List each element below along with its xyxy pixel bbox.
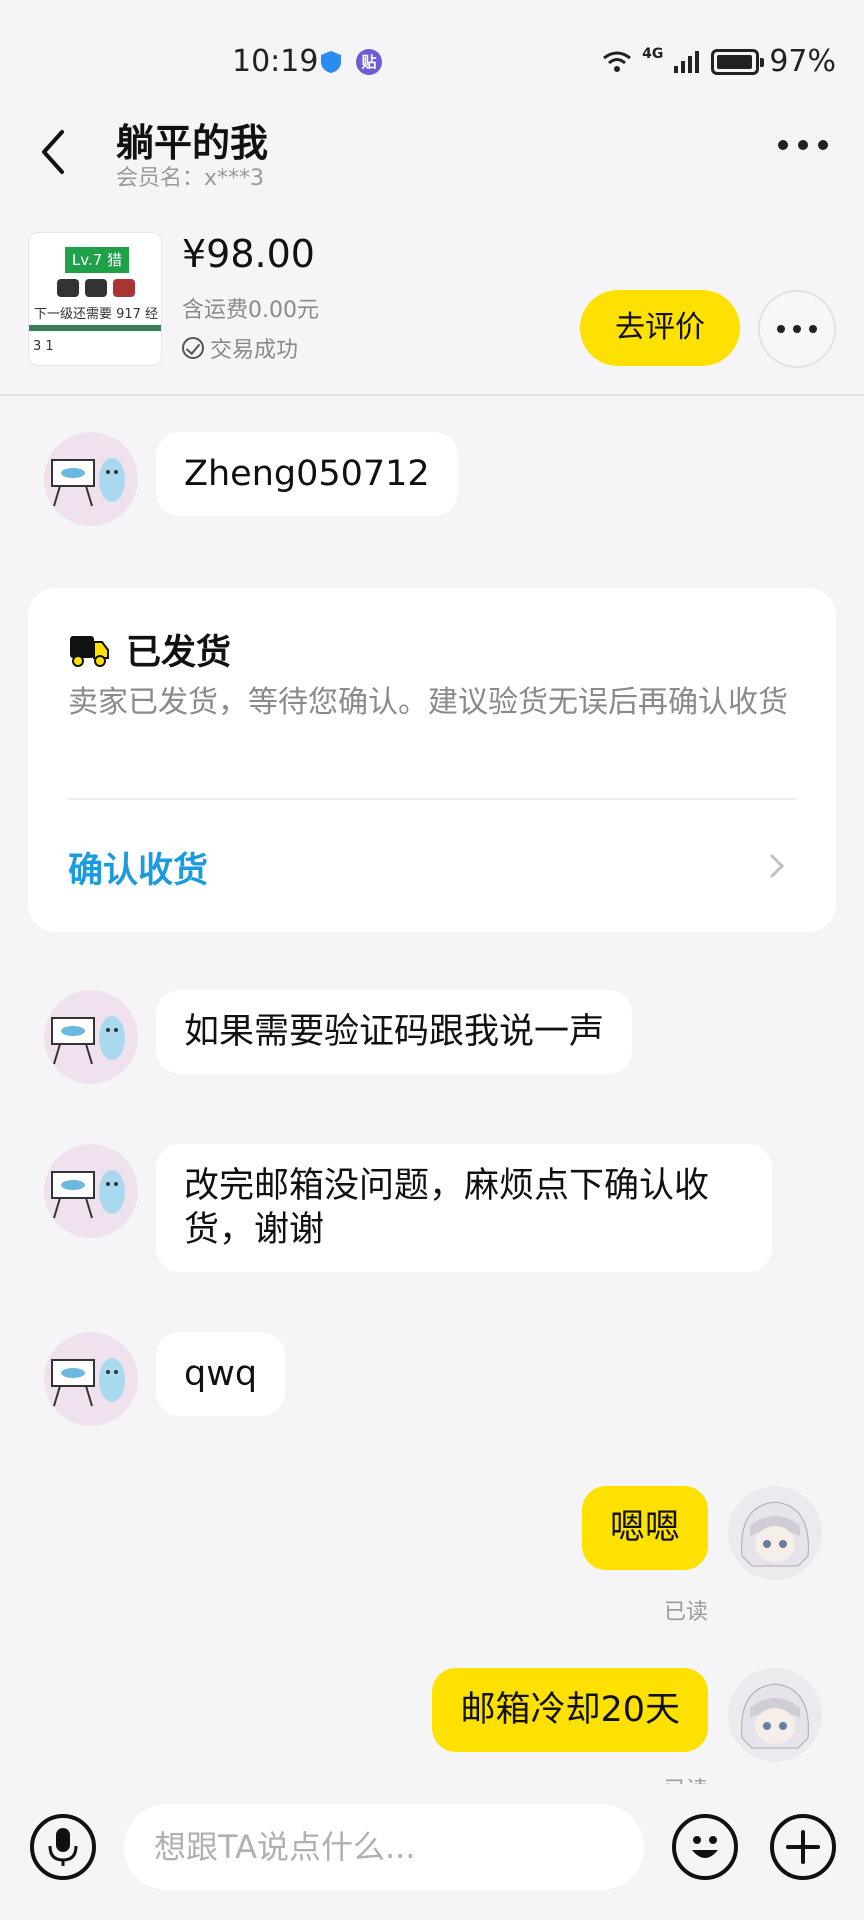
seller-avatar-icon [51,1016,125,1065]
message-bubble: qwq [156,1332,286,1416]
microphone-icon [48,1828,78,1866]
network-type: 4G [642,46,664,62]
signal-icon [674,50,700,73]
message-bubble: 如果需要验证码跟我说一声 [156,990,633,1074]
shield-icon [321,51,341,73]
seller-avatar[interactable] [44,990,138,1084]
my-avatar-icon [741,1683,809,1749]
status-indicators: 4G 97% [602,44,836,79]
deal-status: 交易成功 [182,332,298,364]
my-avatar[interactable] [728,1668,822,1762]
chevron-right-icon[interactable] [768,852,786,880]
my-avatar[interactable] [728,1486,822,1580]
shipping-description: 卖家已发货，等待您确认。建议验货无误后再确认收货 [68,685,788,720]
app-notification-icon: 贴 [356,49,382,75]
wifi-icon [603,51,631,72]
product-price: ¥98.00 [182,232,315,276]
my-avatar-icon [741,1501,809,1567]
status-time: 10:19 [232,44,319,79]
back-arrow-icon[interactable] [36,128,72,176]
thumb-foot: 3 1 [33,339,54,354]
my-message-bubble: 邮箱冷却20天 [432,1668,708,1752]
product-more-button[interactable] [758,290,836,368]
my-message-bubble: 嗯嗯 [581,1486,708,1570]
plus-icon [786,1830,820,1864]
review-button[interactable]: 去评价 [580,290,740,366]
message-bubble: 改完邮箱没问题，麻烦点下确认收货，谢谢 [156,1144,772,1272]
battery-fill [717,54,753,69]
deal-status-text: 交易成功 [210,338,299,363]
shipping-fee: 含运费0.00元 [182,298,319,323]
thumb-level-tag: Lv.7 猎手 [65,247,129,295]
battery-percent: 97% [769,44,836,79]
plus-button[interactable] [770,1814,836,1880]
shipping-title: 已发货 [126,633,232,673]
check-circle-icon [182,337,204,359]
product-thumbnail[interactable]: Lv.7 猎手 下一级还需要 917 经 3 1 [28,232,162,366]
seller-avatar[interactable] [44,1332,138,1426]
message-bubble: Zheng050712 [156,432,458,516]
emoji-icon [692,1836,718,1858]
chat-title: 躺平的我 [116,121,269,165]
seller-avatar[interactable] [44,432,138,526]
battery-icon [711,48,765,75]
thumb-progress [29,325,161,331]
thumb-cars [57,279,135,297]
more-options-icon[interactable] [778,140,828,150]
voice-button[interactable] [30,1814,96,1880]
seller-avatar-icon [51,1358,125,1407]
confirm-receipt-link[interactable]: 确认收货 [68,842,208,893]
read-status: 已读 [664,1772,708,1784]
seller-avatar-icon [51,458,125,507]
member-name: 会员名：x***3 [116,166,265,191]
divider [68,798,796,800]
truck-icon [70,636,109,667]
seller-avatar-icon [51,1170,125,1219]
emoji-button[interactable] [672,1814,738,1880]
seller-avatar[interactable] [44,1144,138,1238]
message-input[interactable]: 想跟TA说点什么... [124,1804,644,1890]
read-status: 已读 [663,1600,708,1625]
thumb-text: 下一级还需要 917 经 [33,307,159,322]
